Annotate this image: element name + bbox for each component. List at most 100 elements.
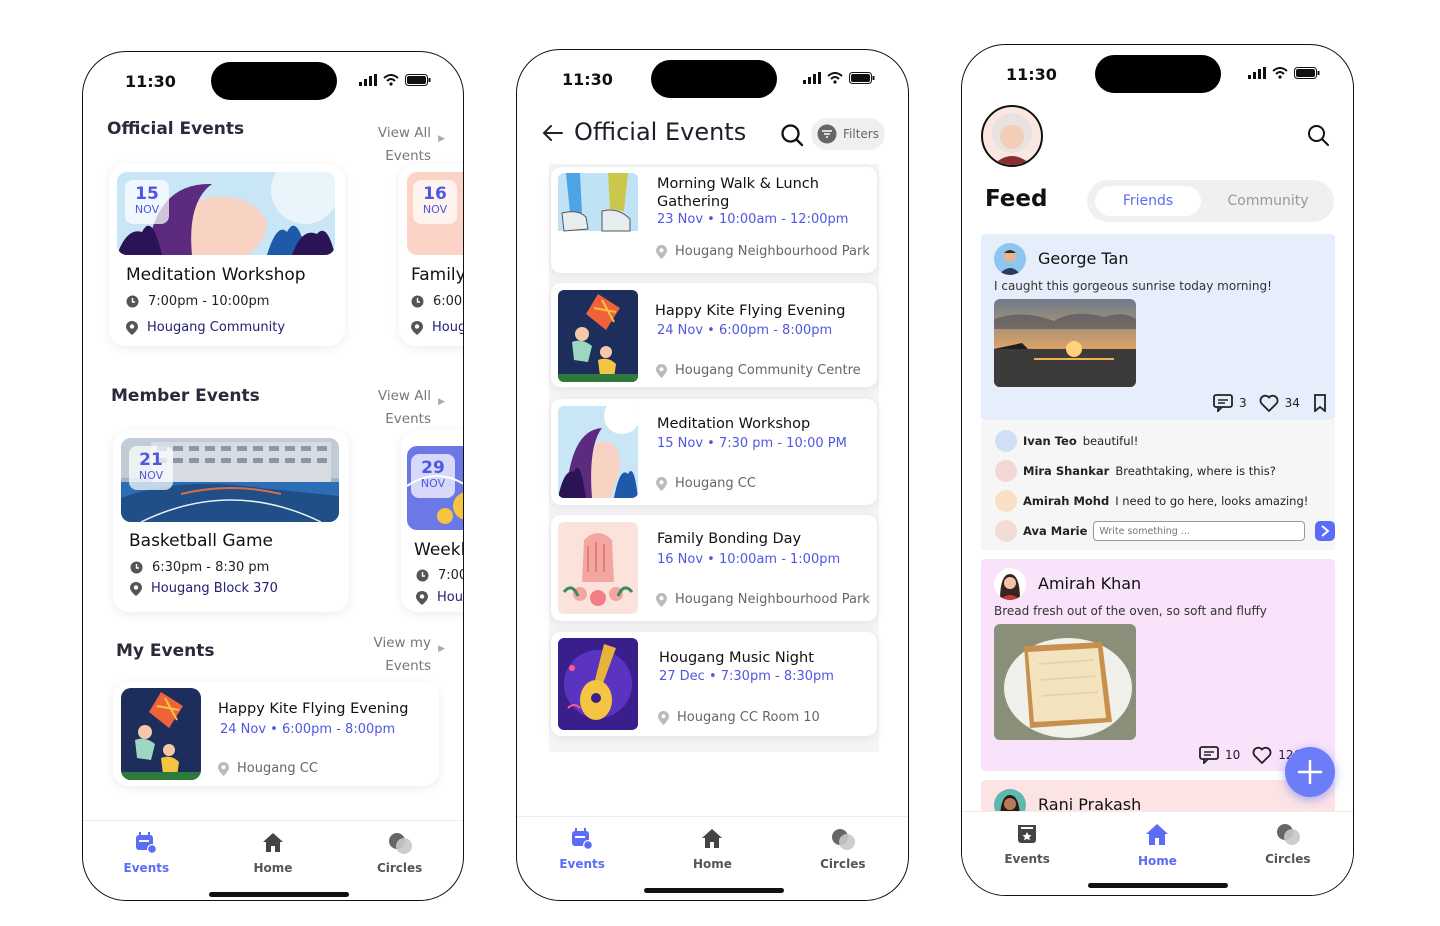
event-list-item[interactable]: Happy Kite Flying Evening 24 Nov • 6:00p…: [551, 283, 877, 387]
search-icon[interactable]: [780, 123, 804, 147]
view-all-label: View my Events: [373, 635, 431, 674]
tab-friends[interactable]: Friends: [1095, 186, 1201, 216]
event-location-row: Hougang Neighbourhood Park: [656, 244, 870, 259]
event-month: NOV: [422, 203, 448, 216]
tab-home-label: Home: [253, 861, 293, 875]
post-image[interactable]: [994, 299, 1136, 387]
filters-button[interactable]: Filters: [811, 118, 885, 150]
tab-community[interactable]: Community: [1213, 186, 1323, 216]
tab-home[interactable]: Home: [662, 827, 762, 871]
event-date-badge: 15 NOV: [125, 180, 169, 224]
event-title: Family: [411, 265, 464, 285]
view-my-events-link[interactable]: View my Events ▶: [359, 632, 445, 678]
page-title: Official Events: [574, 118, 747, 146]
event-location-row: Hou: [416, 590, 463, 605]
battery-icon: [405, 74, 431, 86]
tab-home[interactable]: Home: [1107, 822, 1207, 868]
post-author[interactable]: George Tan: [1038, 249, 1128, 268]
bookmark-icon[interactable]: [1312, 394, 1328, 412]
event-month: NOV: [134, 203, 160, 216]
calendar-icon: [572, 828, 594, 850]
tab-events[interactable]: Events: [532, 827, 632, 871]
event-title: Happy Kite Flying Evening: [218, 701, 409, 717]
dynamic-island: [211, 62, 337, 100]
comment-row: Amirah Mohd I need to go here, looks ama…: [995, 490, 1308, 512]
send-button[interactable]: [1315, 521, 1336, 541]
event-time: 7:00pm - 10:00pm: [148, 294, 270, 309]
profile-avatar[interactable]: [981, 105, 1043, 167]
view-all-member-link[interactable]: View All Events ▶: [359, 385, 445, 431]
event-list-item[interactable]: Morning Walk & Lunch Gathering 23 Nov • …: [551, 167, 877, 273]
event-title: Meditation Workshop: [657, 416, 811, 432]
feed-post: George Tan I caught this gorgeous sunris…: [981, 234, 1335, 420]
dynamic-island: [1095, 55, 1221, 93]
event-location-row: Houg: [411, 320, 463, 335]
event-list-item[interactable]: Family Bonding Day 16 Nov • 10:00am - 1:…: [551, 515, 877, 621]
post-text: Bread fresh out of the oven, so soft and…: [994, 604, 1267, 618]
location-pin-icon: [411, 320, 423, 335]
event-list-item[interactable]: Meditation Workshop 15 Nov • 7:30 pm - 1…: [551, 399, 877, 505]
comment-text: Breathtaking, where is this?: [1115, 464, 1276, 478]
create-post-button[interactable]: [1285, 747, 1335, 797]
event-title: Happy Kite Flying Evening: [655, 303, 846, 319]
tab-events-label: Events: [1004, 852, 1050, 866]
location-pin-icon: [130, 581, 142, 596]
comment-text: beautiful!: [1082, 434, 1139, 448]
official-event-card[interactable]: 15 NOV Meditation Workshop 7:00pm - 10:0…: [109, 164, 345, 346]
dynamic-island: [651, 60, 777, 98]
event-title: Morning Walk & Lunch Gathering: [657, 176, 819, 210]
tab-events-label: Events: [559, 857, 605, 871]
post-author[interactable]: Amirah Khan: [1038, 574, 1141, 593]
member-event-card[interactable]: 21 NOV Basketball Game 6:30pm - 8:30 pm …: [113, 430, 349, 612]
event-image: [558, 406, 638, 498]
status-time: 11:30: [125, 72, 176, 91]
tab-home[interactable]: Home: [223, 831, 323, 875]
commenter-name: Amirah Mohd: [1023, 494, 1110, 508]
chevron-right-icon: ▶: [438, 644, 445, 654]
event-list-item[interactable]: Hougang Music Night 27 Dec • 7:30pm - 8:…: [551, 632, 877, 736]
reply-input[interactable]: [1093, 521, 1306, 541]
event-title: Weekl: [414, 540, 464, 560]
tab-friends-label: Friends: [1122, 193, 1174, 209]
my-event-card[interactable]: Happy Kite Flying Evening 24 Nov • 6:00p…: [113, 682, 439, 786]
official-event-card[interactable]: 16 NOV Family 6:00 Houg: [399, 164, 464, 346]
location-pin-icon: [656, 244, 667, 259]
official-events-title: Official Events: [107, 119, 245, 139]
chevron-right-icon: [1321, 525, 1330, 537]
comment-count: 10: [1225, 748, 1241, 762]
heart-icon[interactable]: [1252, 746, 1272, 764]
event-image: [558, 638, 638, 730]
heart-icon[interactable]: [1259, 394, 1279, 412]
clock-icon: [130, 561, 143, 574]
event-title: Hougang Music Night: [659, 650, 814, 666]
location-pin-icon: [218, 761, 229, 776]
post-author-avatar[interactable]: [994, 568, 1026, 600]
post-image[interactable]: [994, 624, 1136, 740]
tab-events[interactable]: Events: [96, 831, 196, 875]
tab-circles[interactable]: Circles: [793, 827, 893, 871]
location-pin-icon: [658, 710, 669, 725]
home-icon: [1146, 824, 1169, 845]
event-time-row: 7:00pm - 10:00pm: [126, 294, 269, 309]
member-events-title: Member Events: [111, 386, 260, 406]
search-icon[interactable]: [1307, 124, 1329, 146]
location-pin-icon: [656, 476, 667, 491]
signal-icon: [359, 74, 377, 86]
post-author-avatar[interactable]: [994, 243, 1026, 275]
calendar-icon: [136, 832, 158, 854]
event-date: 24 Nov • 6:00pm - 8:00pm: [220, 722, 396, 737]
comment-row: Mira Shankar Breathtaking, where is this…: [995, 460, 1276, 482]
tab-circles[interactable]: Circles: [350, 831, 450, 875]
event-day: 29: [421, 458, 445, 478]
circles-icon: [388, 833, 412, 854]
view-all-official-link[interactable]: View All Events ▶: [359, 122, 445, 168]
tab-events[interactable]: Events: [977, 822, 1077, 866]
tab-circles[interactable]: Circles: [1238, 822, 1338, 866]
back-arrow-icon[interactable]: [542, 124, 564, 142]
event-time: 7:00: [438, 568, 463, 583]
comment-icon[interactable]: [1213, 394, 1233, 412]
comment-icon[interactable]: [1199, 746, 1219, 764]
event-date: 16 Nov • 10:00am - 1:00pm: [657, 552, 841, 567]
member-event-card[interactable]: 29 NOV Weekl 7:00 Hou: [401, 430, 464, 612]
event-location-row: Hougang CC: [656, 476, 756, 491]
